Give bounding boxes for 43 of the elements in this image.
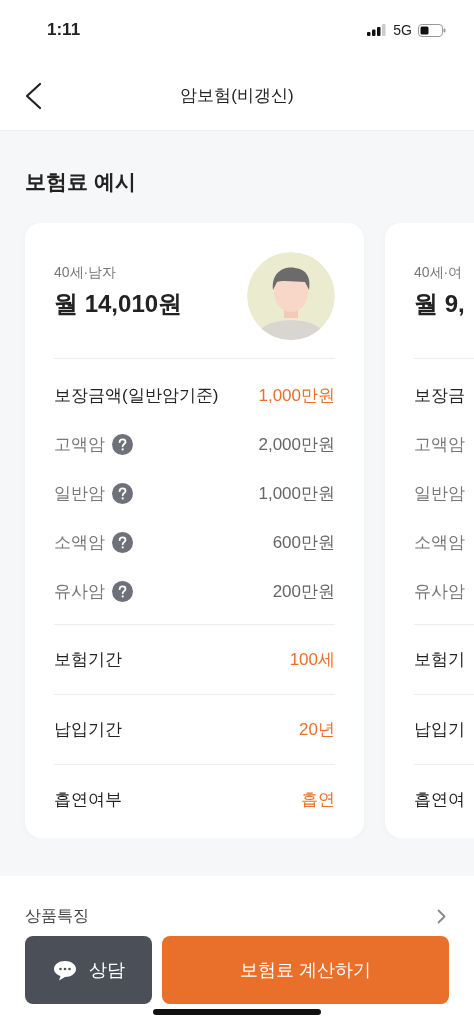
coverage-item-label: 소액암 bbox=[414, 532, 465, 554]
coverage-item-label: 유사암 bbox=[414, 581, 465, 603]
term-label: 납입기간 bbox=[54, 719, 122, 741]
term-label: 보험기 bbox=[414, 649, 465, 671]
help-icon[interactable] bbox=[112, 434, 133, 455]
product-features-link[interactable]: 상품특징 bbox=[25, 905, 89, 927]
coverage-item-amount: 1,000만원 bbox=[258, 483, 335, 505]
coverage-amount: 1,000만원 bbox=[258, 385, 335, 407]
age-gender-label: 40세·여 bbox=[414, 264, 464, 282]
coverage-item-label: 일반암 bbox=[414, 483, 465, 505]
coverage-item-amount: 200만원 bbox=[272, 581, 335, 603]
coverage-item-label: 고액암 bbox=[414, 434, 465, 456]
coverage-label: 보장금액(일반암기준) bbox=[54, 385, 219, 407]
status-time: 1:11 bbox=[47, 20, 81, 40]
term-label: 흡연여 bbox=[414, 789, 465, 811]
term-value: 20년 bbox=[299, 719, 335, 741]
network-label: 5G bbox=[393, 22, 412, 38]
term-label: 흡연여부 bbox=[54, 789, 122, 811]
section-title: 보험료 예시 bbox=[25, 169, 137, 194]
term-value: 100세 bbox=[289, 649, 335, 671]
battery-icon bbox=[418, 23, 446, 37]
coverage-item-label: 일반암 bbox=[54, 483, 105, 505]
coverage-label: 보장금 bbox=[414, 385, 465, 407]
coverage-item-label: 소액암 bbox=[54, 532, 105, 554]
signal-icon bbox=[367, 24, 388, 36]
term-label: 납입기 bbox=[414, 719, 465, 741]
back-button[interactable] bbox=[24, 82, 42, 110]
term-label: 보험기간 bbox=[54, 649, 122, 671]
coverage-item-label: 고액암 bbox=[54, 434, 105, 456]
monthly-premium: 월 14,010원 bbox=[54, 289, 183, 319]
help-icon[interactable] bbox=[112, 532, 133, 553]
coverage-item-amount: 2,000만원 bbox=[258, 434, 335, 456]
term-value: 흡연 bbox=[301, 789, 335, 811]
consult-button[interactable]: 상담 bbox=[25, 936, 152, 1004]
monthly-premium: 월 9, bbox=[414, 289, 465, 319]
chevron-right-icon[interactable] bbox=[437, 908, 446, 924]
chat-bubble-icon bbox=[52, 959, 77, 981]
age-gender-label: 40세·남자 bbox=[54, 264, 118, 282]
coverage-item-amount: 600만원 bbox=[272, 532, 335, 554]
page-title: 암보험(비갱신) bbox=[180, 84, 294, 107]
help-icon[interactable] bbox=[112, 581, 133, 602]
coverage-item-label: 유사암 bbox=[54, 581, 105, 603]
help-icon[interactable] bbox=[112, 483, 133, 504]
